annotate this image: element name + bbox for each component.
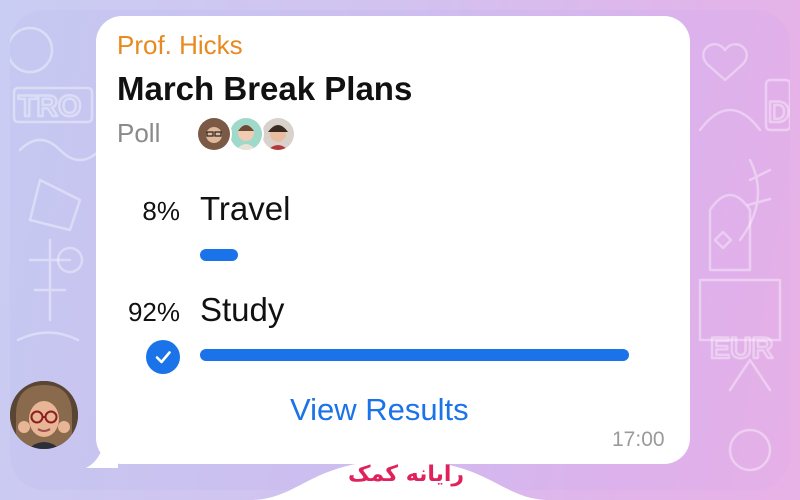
poll-type-label: Poll: [117, 118, 161, 148]
svg-text:D: D: [768, 96, 790, 129]
option-label: Study: [200, 291, 285, 328]
watermark-logo-text: رایانه کمک: [348, 462, 465, 487]
poll-voters[interactable]: [196, 116, 298, 152]
svg-text:EUR: EUR: [710, 332, 774, 365]
message-timestamp: 17:00: [612, 428, 665, 451]
voter-avatar: [228, 116, 264, 152]
option-percent: 8%: [142, 196, 180, 226]
poll-question: March Break Plans: [117, 70, 413, 107]
option-result-bar: [200, 249, 238, 261]
selected-check-icon: [146, 340, 180, 374]
sender-name[interactable]: Prof. Hicks: [117, 30, 243, 61]
option-result-bar: [200, 349, 629, 361]
view-results-button[interactable]: View Results: [290, 392, 469, 428]
option-percent: 92%: [127, 297, 180, 327]
voter-avatar: [196, 116, 232, 152]
sender-avatar[interactable]: [10, 381, 78, 449]
svg-text:TRO: TRO: [18, 90, 81, 123]
voter-avatar: [260, 116, 296, 152]
option-label: Travel: [200, 190, 291, 227]
